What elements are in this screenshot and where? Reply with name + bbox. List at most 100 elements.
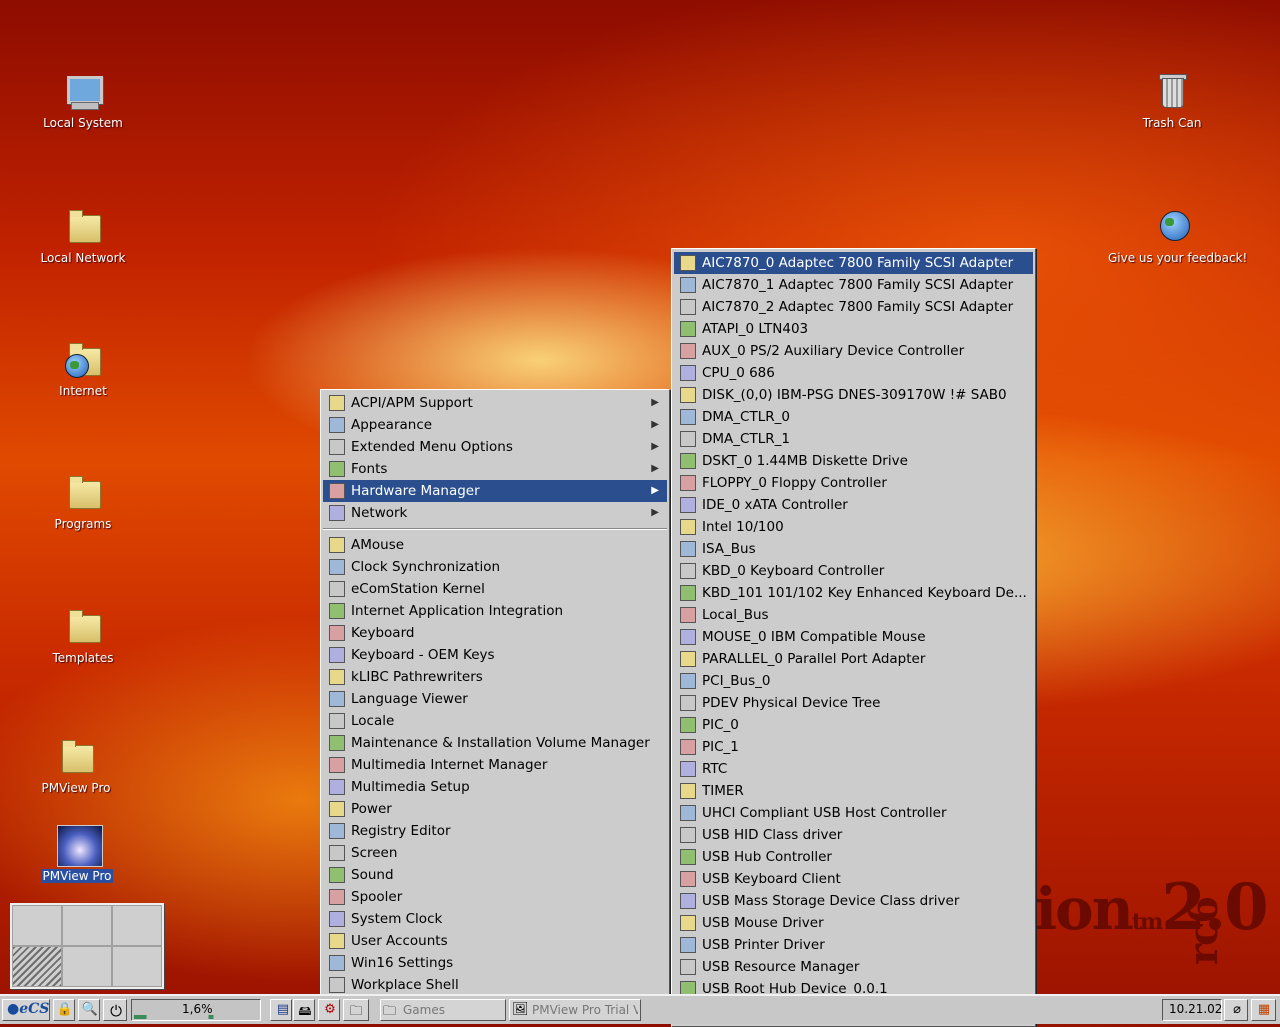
network-status-button[interactable]: ⌀ (1224, 999, 1248, 1021)
shutdown-button[interactable]: ⏻ (103, 999, 127, 1021)
settings-menu-item[interactable]: Internet Application Integration (323, 600, 667, 622)
desktop-icon-pmview-folder[interactable]: PMView Pro (26, 737, 126, 795)
settings-menu-item[interactable]: Clock Synchronization (323, 556, 667, 578)
task-games[interactable]: 🗀 Games (380, 999, 506, 1021)
desktop-icon-local-network[interactable]: Local Network (33, 207, 133, 265)
device-icon (680, 255, 696, 271)
settings-menu-item[interactable]: Keyboard - OEM Keys (323, 644, 667, 666)
hardware-menu-item[interactable]: DISK_(0,0) IBM-PSG DNES-309170W !# SAB0 (674, 384, 1033, 406)
hardware-menu-item[interactable]: PDEV Physical Device Tree (674, 692, 1033, 714)
folders-button[interactable]: 🗀 (343, 999, 369, 1021)
hardware-menu-item[interactable]: DMA_CTLR_1 (674, 428, 1033, 450)
hardware-menu-item-label: USB Printer Driver (702, 937, 825, 953)
hardware-menu-item[interactable]: ISA_Bus (674, 538, 1033, 560)
settings-menu-item[interactable]: Keyboard (323, 622, 667, 644)
hardware-menu-item[interactable]: FLOPPY_0 Floppy Controller (674, 472, 1033, 494)
tray-button[interactable]: ▦ (1251, 999, 1276, 1021)
hardware-menu-item[interactable]: Intel 10/100 (674, 516, 1033, 538)
hardware-menu-item[interactable]: AIC7870_1 Adaptec 7800 Family SCSI Adapt… (674, 274, 1033, 296)
settings-menu-item[interactable]: Maintenance & Installation Volume Manage… (323, 732, 667, 754)
clock[interactable]: 10.21.02 (1162, 999, 1222, 1021)
window-list-button[interactable]: ▤ (270, 999, 292, 1021)
hardware-menu-item[interactable]: AUX_0 PS/2 Auxiliary Device Controller (674, 340, 1033, 362)
settings-menu-item[interactable]: Multimedia Internet Manager (323, 754, 667, 776)
hardware-menu-item[interactable]: USB Mass Storage Device Class driver (674, 890, 1033, 912)
hardware-menu-item[interactable]: DMA_CTLR_0 (674, 406, 1033, 428)
task-pmview[interactable]: 🖼 PMView Pro Trial V (509, 999, 641, 1021)
hardware-menu-item[interactable]: USB Resource Manager (674, 956, 1033, 978)
settings-menu-item[interactable]: Fonts ▶ (323, 458, 667, 480)
settings-menu-item[interactable]: Screen (323, 842, 667, 864)
hardware-menu-item-label: AIC7870_1 Adaptec 7800 Family SCSI Adapt… (702, 277, 1014, 293)
ecs-start-button[interactable]: ●eCS (2, 999, 50, 1021)
settings-menu-item[interactable]: Extended Menu Options ▶ (323, 436, 667, 458)
desktop-icon-feedback[interactable]: Give us your feedback! (1106, 207, 1247, 265)
hardware-menu-item[interactable]: USB Printer Driver (674, 934, 1033, 956)
settings-menu-item[interactable]: Power (323, 798, 667, 820)
settings-menu-item[interactable]: Locale (323, 710, 667, 732)
hardware-menu-item-label: PARALLEL_0 Parallel Port Adapter (702, 651, 926, 667)
desktop-icon-pmview-program[interactable]: PMView Pro (27, 825, 127, 884)
hardware-menu-item[interactable]: MOUSE_0 IBM Compatible Mouse (674, 626, 1033, 648)
desktop-icon-internet[interactable]: Internet (33, 340, 133, 398)
hardware-menu-item[interactable]: AIC7870_2 Adaptec 7800 Family SCSI Adapt… (674, 296, 1033, 318)
hardware-menu-item[interactable]: Local_Bus (674, 604, 1033, 626)
pager-cell[interactable] (62, 946, 112, 987)
hardware-menu-item[interactable]: AIC7870_0 Adaptec 7800 Family SCSI Adapt… (674, 252, 1033, 274)
settings-menu-item[interactable]: ACPI/APM Support ▶ (323, 392, 667, 414)
settings-menu-item[interactable]: Multimedia Setup (323, 776, 667, 798)
cpu-load-monitor[interactable]: 1,6% (131, 999, 261, 1021)
pager-cell[interactable] (112, 905, 162, 946)
settings-menu-item[interactable]: Hardware Manager ▶ (323, 480, 667, 502)
desktop-icon-local-system[interactable]: Local System (33, 72, 133, 130)
settings-menu-item[interactable]: Registry Editor (323, 820, 667, 842)
lock-button[interactable]: 🔒 (53, 999, 75, 1021)
hardware-menu-item[interactable]: USB Keyboard Client (674, 868, 1033, 890)
desktop-icon-templates[interactable]: Templates (33, 607, 133, 665)
pager-cell[interactable] (112, 946, 162, 987)
hardware-menu-item[interactable]: IDE_0 xATA Controller (674, 494, 1033, 516)
settings-menu-item[interactable]: Appearance ▶ (323, 414, 667, 436)
settings-menu-item[interactable]: kLIBC Pathrewriters (323, 666, 667, 688)
mouse-icon (329, 537, 345, 553)
virtual-desktop-pager[interactable] (10, 903, 164, 989)
hardware-menu-item[interactable]: ATAPI_0 LTN403 (674, 318, 1033, 340)
hardware-menu-item[interactable]: USB HID Class driver (674, 824, 1033, 846)
hardware-menu-item[interactable]: KBD_0 Keyboard Controller (674, 560, 1033, 582)
settings-menu-item[interactable]: AMouse (323, 534, 667, 556)
hardware-menu-item[interactable]: USB Mouse Driver (674, 912, 1033, 934)
settings-menu-item[interactable]: Sound (323, 864, 667, 886)
hardware-menu-item[interactable]: CPU_0 686 (674, 362, 1033, 384)
hardware-menu-item[interactable]: PIC_1 (674, 736, 1033, 758)
kernel-icon (329, 581, 345, 597)
pager-cell-current[interactable] (12, 946, 62, 987)
desktop-icon-programs[interactable]: Programs (33, 473, 133, 531)
drives-button[interactable]: 🖴 (293, 999, 315, 1021)
hardware-menu-item[interactable]: PIC_0 (674, 714, 1033, 736)
system-clock-icon (329, 911, 345, 927)
find-button[interactable]: 🔍 (78, 999, 100, 1021)
hardware-menu-item[interactable]: TIMER (674, 780, 1033, 802)
settings-menu-item[interactable]: Language Viewer (323, 688, 667, 710)
settings-menu-item[interactable]: Workplace Shell (323, 974, 667, 996)
settings-menu-item[interactable]: System Clock (323, 908, 667, 930)
pager-cell[interactable] (62, 905, 112, 946)
hardware-menu-item[interactable]: KBD_101 101/102 Key Enhanced Keyboard De… (674, 582, 1033, 604)
system-setup-button[interactable]: ⚙ (318, 999, 340, 1021)
hardware-menu-item[interactable]: UHCI Compliant USB Host Controller (674, 802, 1033, 824)
hardware-menu-item[interactable]: PARALLEL_0 Parallel Port Adapter (674, 648, 1033, 670)
settings-menu-item[interactable]: Network ▶ (323, 502, 667, 524)
hardware-menu-item[interactable]: PCI_Bus_0 (674, 670, 1033, 692)
settings-menu-item[interactable]: User Accounts (323, 930, 667, 952)
desktop-icon-trash-can[interactable]: Trash Can (1122, 72, 1222, 130)
hardware-menu-item[interactable]: RTC (674, 758, 1033, 780)
settings-menu-item[interactable]: Spooler (323, 886, 667, 908)
folder-icon (329, 417, 345, 433)
settings-menu-item-label: Power (351, 801, 392, 817)
settings-menu-item[interactable]: Win16 Settings (323, 952, 667, 974)
device-icon (680, 761, 696, 777)
settings-menu-item[interactable]: eComStation Kernel (323, 578, 667, 600)
hardware-menu-item[interactable]: DSKT_0 1.44MB Diskette Drive (674, 450, 1033, 472)
pager-cell[interactable] (12, 905, 62, 946)
hardware-menu-item[interactable]: USB Hub Controller (674, 846, 1033, 868)
